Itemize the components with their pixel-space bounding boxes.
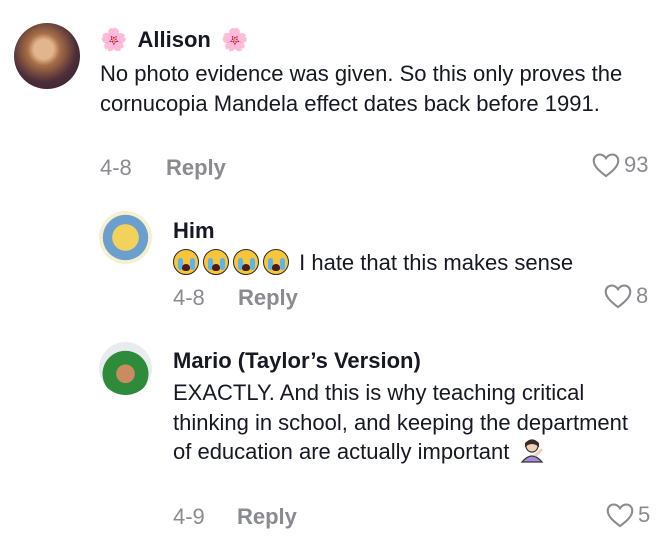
comment-text: I hate that this makes sense <box>299 250 574 275</box>
reply-button[interactable]: Reply <box>166 155 226 181</box>
crying-face-icon <box>173 249 199 275</box>
author-name[interactable]: Mario (Taylor’s Version) <box>173 348 421 374</box>
comment-text: EXACTLY. And this is why teaching critic… <box>173 380 628 464</box>
heart-icon <box>606 503 634 528</box>
like-button[interactable]: 93 <box>592 152 648 178</box>
person-tipping-hand-icon <box>521 439 544 463</box>
comment-date: 4-8 <box>173 285 205 310</box>
crying-face-icon <box>233 249 259 275</box>
like-count: 5 <box>638 502 651 527</box>
reply-button[interactable]: Reply <box>237 504 297 530</box>
comment-date: 4-8 <box>100 155 132 180</box>
avatar[interactable] <box>14 23 80 89</box>
like-count: 93 <box>624 152 649 177</box>
heart-icon <box>604 284 632 309</box>
heart-icon <box>592 153 620 178</box>
comment-text-block: EXACTLY. And this is why teaching critic… <box>173 378 643 467</box>
author-name: Allison <box>137 27 211 52</box>
avatar[interactable] <box>99 342 152 395</box>
comment-date: 4-9 <box>173 504 205 529</box>
comment-author[interactable]: 🌸 Allison 🌸 <box>100 27 248 53</box>
comment-text: No photo evidence was given. So this onl… <box>100 61 623 116</box>
crying-face-icon <box>203 249 229 275</box>
like-button[interactable]: 8 <box>604 283 648 309</box>
reply-button[interactable]: Reply <box>238 285 298 311</box>
like-button[interactable]: 5 <box>606 502 650 528</box>
comment-text-line: I hate that this makes sense <box>173 248 653 278</box>
avatar[interactable] <box>99 211 152 264</box>
cherry-blossom-icon: 🌸 <box>100 27 128 52</box>
cherry-blossom-icon: 🌸 <box>221 27 249 52</box>
crying-face-icon <box>263 249 289 275</box>
author-name[interactable]: Him <box>173 218 215 244</box>
like-count: 8 <box>636 283 649 308</box>
